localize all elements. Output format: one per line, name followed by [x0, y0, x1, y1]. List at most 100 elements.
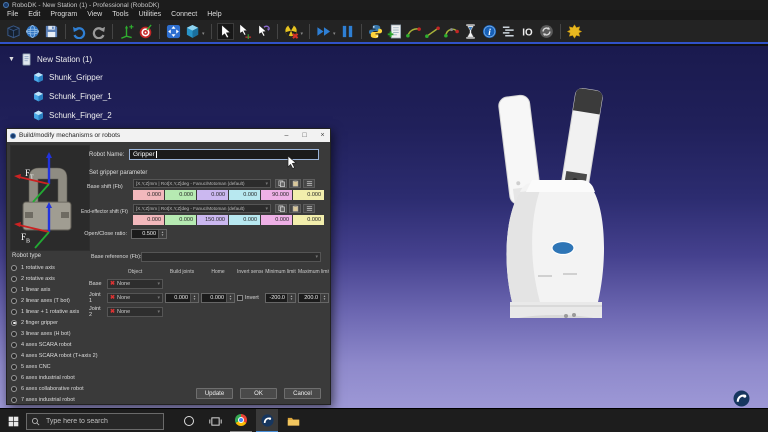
base-shift-copy-button[interactable] [275, 179, 287, 188]
ee-shift-format-select[interactable]: [X,Y,Z]mm | Rot[X,Y,Z]deg - Fanuc/Motoma… [133, 204, 271, 213]
cortana-button[interactable] [178, 409, 200, 432]
joint1-invert-checkbox[interactable]: Invert [237, 295, 263, 301]
isometric-view-icon[interactable] [184, 23, 201, 40]
program-calls-icon[interactable] [500, 23, 517, 40]
robot-type-option[interactable]: 6 axes industrial robot [11, 372, 91, 383]
ok-button[interactable]: OK [240, 388, 277, 399]
shift-value-cell[interactable]: 0.000 [293, 215, 325, 225]
io-status-icon[interactable]: IO [519, 23, 536, 40]
file-explorer-button[interactable] [282, 409, 304, 432]
fast-simulation-dropdown-caret[interactable]: ▾ [333, 31, 336, 37]
pause-icon[interactable] [339, 23, 356, 40]
python-icon[interactable] [367, 23, 384, 40]
joint1-min-limit-spinbox[interactable]: -200.0 ▴▾ [265, 293, 296, 303]
isometric-view-dropdown-caret[interactable]: ▾ [202, 31, 205, 37]
tree-expand-icon[interactable]: ▼ [8, 56, 16, 63]
menu-edit[interactable]: Edit [23, 10, 45, 20]
menu-tools[interactable]: Tools [107, 10, 133, 20]
redo-icon[interactable] [90, 23, 107, 40]
chrome-taskbar-button[interactable] [230, 409, 252, 432]
tree-item-schunk_finger_1[interactable]: Schunk_Finger_1 [8, 87, 112, 106]
robot-type-option[interactable]: 1 rotative axis [11, 262, 91, 273]
ee-shift-menu-button[interactable] [303, 204, 315, 213]
move-frame-cursor-icon[interactable] [236, 23, 253, 40]
base-shift-menu-button[interactable] [303, 179, 315, 188]
robot-type-option[interactable]: 1 linear axis [11, 284, 91, 295]
tree-item-schunk_finger_2[interactable]: Schunk_Finger_2 [8, 106, 112, 125]
move-object-cursor-icon[interactable] [255, 23, 272, 40]
menu-program[interactable]: Program [45, 10, 82, 20]
open-online-icon[interactable] [24, 23, 41, 40]
info-icon[interactable]: i [481, 23, 498, 40]
fast-simulation-icon[interactable] [315, 23, 332, 40]
shift-value-cell[interactable]: 0.000 [229, 215, 261, 225]
robot-type-option[interactable]: 6 axes collaborative robot [11, 383, 91, 394]
robot-type-option[interactable]: 2 finger gripper [11, 317, 91, 328]
station-name[interactable]: New Station (1) [37, 55, 92, 64]
menu-help[interactable]: Help [202, 10, 226, 20]
dialog-close-button[interactable]: × [315, 129, 330, 142]
robot-type-option[interactable]: 3 linear axes (H bot) [11, 328, 91, 339]
undo-icon[interactable] [71, 23, 88, 40]
joint1-object-select[interactable]: ✖ None▾ [107, 293, 163, 303]
shift-value-cell[interactable]: 150.000 [197, 215, 229, 225]
update-button[interactable]: Update [196, 388, 233, 399]
tree-item-shunk_gripper[interactable]: Shunk_Gripper [8, 68, 112, 87]
add-program-icon[interactable] [386, 23, 403, 40]
save-icon[interactable] [43, 23, 60, 40]
robot-type-option[interactable]: 1 linear + 1 rotative axis [11, 306, 91, 317]
fit-view-icon[interactable] [165, 23, 182, 40]
dialog-maximize-button[interactable]: □ [297, 129, 312, 142]
new-station-icon[interactable] [5, 23, 22, 40]
move-circular-icon[interactable] [443, 23, 460, 40]
base-object-select[interactable]: ✖ None▾ [107, 279, 163, 289]
wait-instruction-icon[interactable] [462, 23, 479, 40]
robot-type-option[interactable]: 7 axes industrial robot [11, 394, 91, 405]
update-check-icon[interactable] [538, 23, 555, 40]
joint1-max-limit-spinbox[interactable]: 200.0 ▴▾ [298, 293, 329, 303]
select-cursor-icon[interactable] [217, 23, 234, 40]
base-reference-select[interactable]: ▾ [141, 252, 321, 262]
start-button[interactable] [0, 409, 26, 432]
robot-type-option[interactable]: 5 axes CNC [11, 361, 91, 372]
shift-value-cell[interactable]: 0.000 [165, 190, 197, 200]
tree-root-station[interactable]: ▼ New Station (1) [8, 50, 112, 68]
robodk-taskbar-button[interactable] [256, 409, 278, 432]
robot-type-option[interactable]: 4 axes SCARA robot (T+axis 2) [11, 350, 91, 361]
joint2-object-select[interactable]: ✖ None▾ [107, 307, 163, 317]
move-joint-icon[interactable] [405, 23, 422, 40]
shift-value-cell[interactable]: 0.000 [229, 190, 261, 200]
joint1-build-spinbox[interactable]: 0.000 ▴▾ [165, 293, 199, 303]
shift-value-cell[interactable]: 0.000 [133, 215, 165, 225]
shift-value-cell[interactable]: 0.000 [261, 215, 293, 225]
ratio-spinbox[interactable]: 0.500 ▴▾ [131, 229, 167, 239]
robot-type-option[interactable]: 2 linear axes (T bot) [11, 295, 91, 306]
add-frame-icon[interactable] [118, 23, 135, 40]
joint1-home-spinbox[interactable]: 0.000 ▴▾ [201, 293, 235, 303]
task-view-button[interactable] [204, 409, 226, 432]
base-shift-format-select[interactable]: [X,Y,Z]mm | Rot[X,Y,Z]deg - Fanuc/Motoma… [133, 179, 271, 188]
robot-type-option[interactable]: 4 axes SCARA robot [11, 339, 91, 350]
shift-value-cell[interactable]: 90.000 [261, 190, 293, 200]
gripper-3d-model[interactable] [468, 88, 643, 318]
shift-value-cell[interactable]: 0.000 [165, 215, 197, 225]
ee-shift-copy-button[interactable] [275, 204, 287, 213]
robot-type-option[interactable]: 2 rotative axis [11, 273, 91, 284]
collision-check-dropdown-caret[interactable]: ▾ [301, 31, 304, 37]
menu-view[interactable]: View [82, 10, 107, 20]
base-shift-paste-button[interactable] [289, 179, 301, 188]
add-target-icon[interactable] [137, 23, 154, 40]
shift-value-cell[interactable]: 0.000 [293, 190, 325, 200]
plugin-star-icon[interactable] [566, 23, 583, 40]
collision-check-icon[interactable] [283, 23, 300, 40]
taskbar-search[interactable] [26, 413, 164, 430]
shift-value-cell[interactable]: 0.000 [197, 190, 229, 200]
dialog-titlebar[interactable]: Build/modify mechanisms or robots – □ × [7, 129, 330, 142]
menu-utilities[interactable]: Utilities [134, 10, 167, 20]
ee-shift-paste-button[interactable] [289, 204, 301, 213]
cancel-button[interactable]: Cancel [284, 388, 321, 399]
menu-connect[interactable]: Connect [166, 10, 202, 20]
shift-value-cell[interactable]: 0.000 [133, 190, 165, 200]
dialog-minimize-button[interactable]: – [279, 129, 294, 142]
menu-file[interactable]: File [2, 10, 23, 20]
